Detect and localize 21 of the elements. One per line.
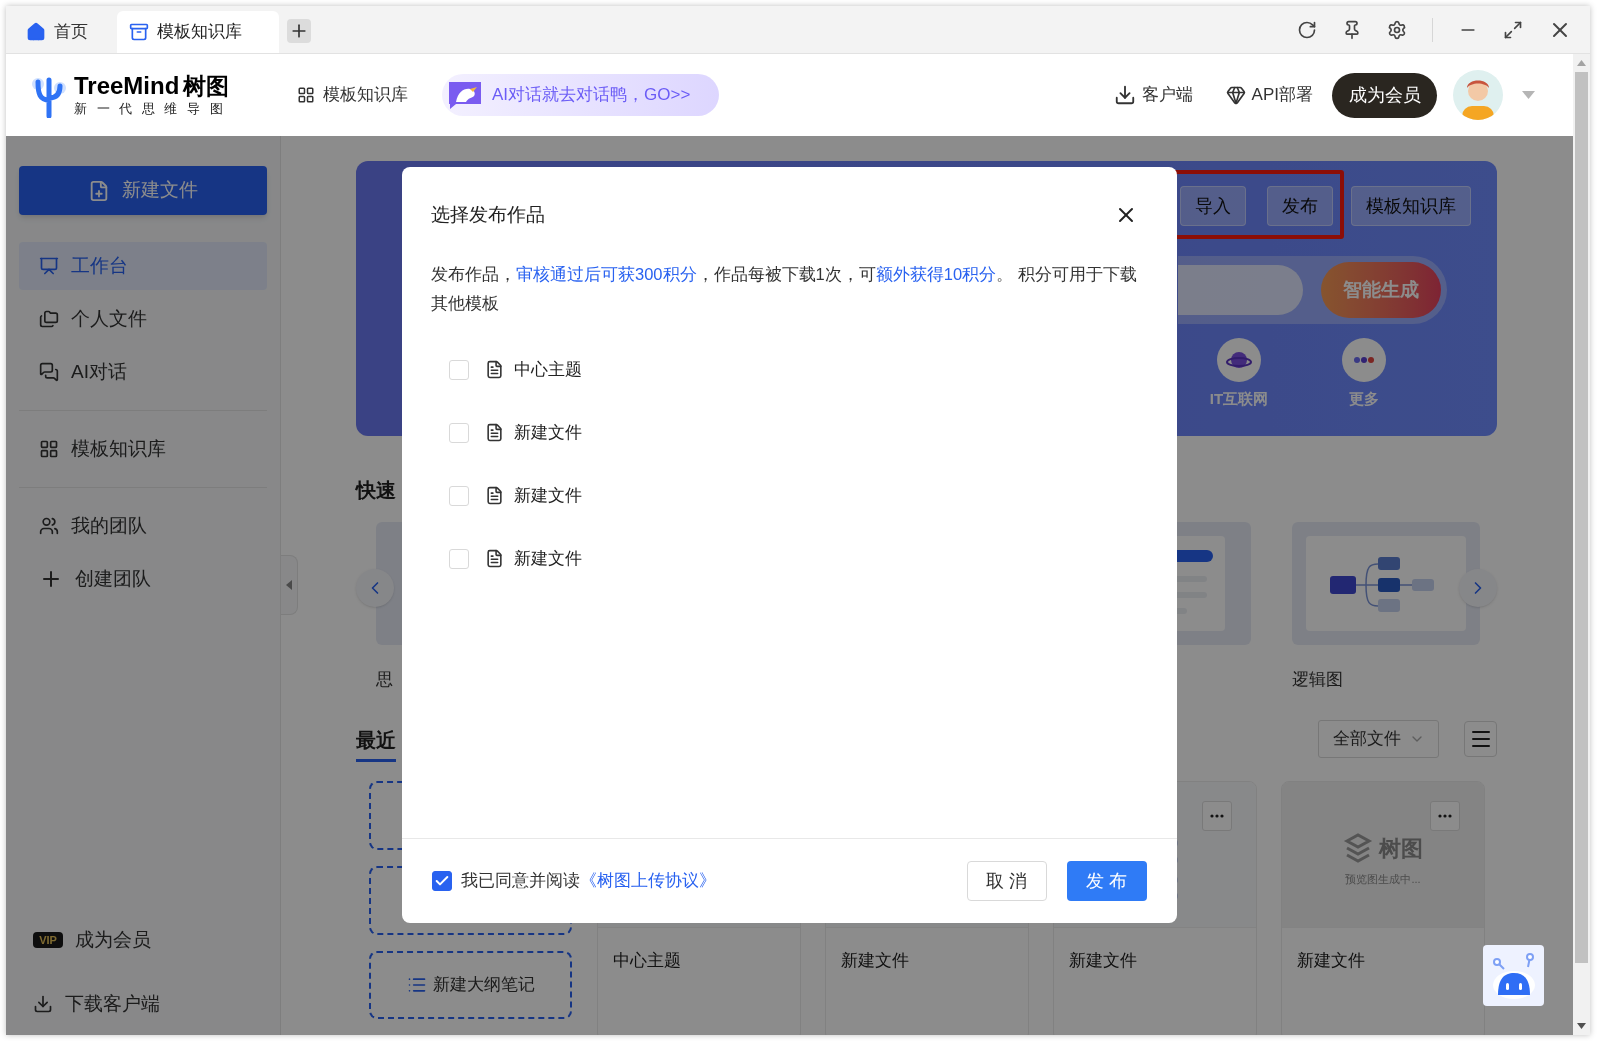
shortcut-label: 更多 bbox=[1349, 389, 1379, 409]
placeholder-logo-text: 树图 bbox=[1379, 834, 1423, 863]
shortcut-label: IT互联网 bbox=[1209, 389, 1269, 409]
section-heading: 快速 bbox=[356, 479, 396, 501]
file-title: 新建文件 bbox=[1297, 951, 1365, 970]
dialog-title: 选择发布作品 bbox=[431, 204, 545, 226]
file-title: 新建文件 bbox=[1069, 951, 1137, 970]
logo-name: 树图 bbox=[183, 72, 230, 100]
agreement-text: 我已同意并阅读 bbox=[461, 870, 580, 893]
work-name: 新建文件 bbox=[514, 547, 582, 570]
file-title: 中心主题 bbox=[613, 951, 681, 970]
file-title: 新建文件 bbox=[841, 951, 909, 970]
vip-badge: VIP bbox=[33, 932, 63, 948]
template-label: 逻辑图 bbox=[1292, 670, 1343, 689]
work-name: 新建文件 bbox=[514, 421, 582, 444]
publish-description: 发布作品，审核通过后可获300积分，作品每被下载1次，可额外获得10积分。 积分可用于下载其他模板 bbox=[431, 264, 1137, 314]
template-label: 思 bbox=[376, 670, 393, 689]
logo-tagline: 新 一 代 思 维 导 图 bbox=[74, 100, 227, 118]
work-name: 中心主题 bbox=[514, 358, 582, 381]
logo-name: TreeMind bbox=[74, 72, 180, 100]
work-name: 新建文件 bbox=[514, 484, 582, 507]
